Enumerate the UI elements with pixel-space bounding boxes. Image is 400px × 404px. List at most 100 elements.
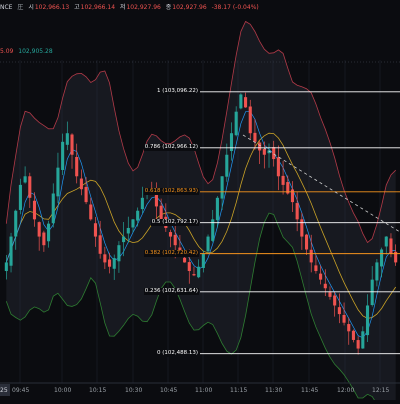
- time-tick-label: 10:30: [125, 387, 143, 394]
- candle-body: [319, 273, 323, 280]
- candle-body: [173, 234, 177, 246]
- candle-body: [365, 305, 370, 336]
- candle-body: [187, 262, 191, 272]
- fib-level-label: 1 (103,096.22): [155, 87, 199, 95]
- candle-body: [93, 223, 98, 237]
- candle-body: [342, 314, 346, 323]
- candle-body: [9, 236, 13, 266]
- candle-body: [370, 279, 374, 306]
- indicator-legend: 5.09 102,905.28: [0, 48, 56, 56]
- candle-body: [56, 167, 60, 197]
- candle-body: [18, 184, 22, 210]
- low-label: 저: [119, 4, 126, 11]
- candle-body: [112, 258, 116, 269]
- candle-body: [323, 283, 327, 289]
- indicator-value-1: 5.09: [0, 48, 14, 55]
- candle-body: [107, 259, 112, 267]
- time-tick-label: 12:15: [372, 387, 390, 394]
- candle-body: [126, 227, 130, 234]
- candle-body: [281, 175, 285, 185]
- symbol-fragment: NCE: [0, 4, 13, 11]
- candle-body: [239, 94, 243, 109]
- time-tick-label: 10:15: [89, 387, 107, 394]
- indicator-value-2: 102,905.28: [18, 48, 53, 55]
- time-tick-label: 11:30: [265, 387, 283, 394]
- candle-body: [304, 234, 309, 250]
- candle-body: [131, 219, 135, 228]
- candle-body: [103, 254, 107, 263]
- candle-body: [28, 176, 32, 198]
- candle-body: [61, 141, 65, 170]
- time-tick-label: 09:45: [12, 387, 30, 394]
- candle-body: [14, 210, 18, 237]
- open-value: 102,966.13: [34, 4, 70, 11]
- open-label: 시: [28, 4, 34, 11]
- time-tick-label: 11:45: [301, 387, 319, 394]
- candle-body: [75, 156, 79, 177]
- chart-area[interactable]: NCE 圧 시102,966.13 고102,966.14 저102,927.9…: [0, 0, 400, 404]
- low-value: 102,927.96: [126, 4, 161, 11]
- candle-body: [47, 223, 51, 242]
- candle-body: [206, 236, 210, 252]
- candle-body: [272, 147, 276, 160]
- candle-body: [244, 97, 248, 108]
- candle-body: [337, 307, 341, 315]
- time-tick-label: 12:00: [337, 387, 355, 394]
- candle-body: [258, 142, 262, 151]
- time-cursor-label: 25: [0, 387, 8, 394]
- candle-body: [32, 200, 37, 220]
- candle-body: [234, 111, 238, 136]
- candle-body: [23, 176, 27, 183]
- candle-body: [183, 257, 187, 263]
- candle-body: [309, 249, 313, 263]
- candle-body: [295, 203, 299, 220]
- candle-body: [225, 154, 229, 177]
- price-chart[interactable]: [0, 0, 400, 404]
- candle-body: [42, 232, 46, 246]
- candle-body: [253, 132, 257, 142]
- candle-body: [380, 249, 384, 267]
- candle-body: [168, 232, 173, 237]
- candle-body: [136, 210, 140, 221]
- time-tick-label: 10:00: [54, 387, 72, 394]
- candle-body: [79, 178, 83, 190]
- time-tick-label: 10:45: [160, 387, 178, 394]
- candle-body: [290, 189, 295, 203]
- candle-body: [159, 205, 163, 220]
- candle-body: [4, 262, 8, 272]
- time-tick-label: 11:00: [195, 387, 213, 394]
- candle-body: [314, 265, 318, 272]
- candle-body: [356, 340, 360, 349]
- candle-body: [248, 106, 252, 134]
- time-tick-label: 11:15: [230, 387, 248, 394]
- candle-body: [84, 186, 88, 203]
- candle-body: [389, 238, 393, 254]
- candle-body: [201, 253, 205, 268]
- exchange-badge[interactable]: 圧: [17, 4, 23, 11]
- fib-level-label: 0 (102,488.13): [155, 349, 199, 357]
- candle-body: [328, 292, 332, 297]
- candle-body: [347, 324, 351, 332]
- high-label: 고: [74, 4, 80, 11]
- candle-body: [220, 176, 224, 199]
- candle-body: [229, 133, 234, 152]
- candle-body: [384, 236, 388, 247]
- fib-level-label: 0.382 (102,720.42): [143, 249, 199, 257]
- close-label: 종: [165, 4, 172, 11]
- candle-body: [300, 219, 304, 237]
- change-value: -38.17 (-0.04%): [211, 4, 259, 11]
- candle-body: [333, 295, 337, 306]
- candle-body: [122, 236, 126, 243]
- candle-body: [262, 149, 266, 155]
- high-value: 102,966.14: [80, 4, 116, 11]
- candle-body: [361, 331, 365, 349]
- candle-body: [117, 245, 121, 262]
- candle-body: [37, 222, 41, 237]
- fib-level-label: 0.5 (102,792.17): [150, 218, 199, 226]
- candle-body: [51, 193, 55, 224]
- candle-body: [140, 197, 144, 210]
- ohlc-legend: NCE 圧 시102,966.13 고102,966.14 저102,927.9…: [0, 4, 262, 12]
- fib-level-label: 0.618 (102,863.93): [143, 187, 199, 195]
- candle-body: [375, 262, 379, 281]
- candle-body: [89, 204, 93, 220]
